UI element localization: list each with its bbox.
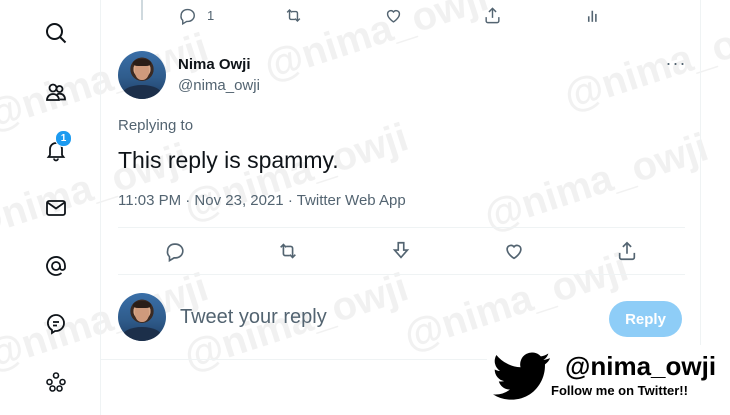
notification-badge: 1 [55, 130, 72, 147]
parent-analytics-button[interactable] [584, 6, 603, 25]
parent-reply-button[interactable]: 1 [178, 6, 214, 25]
tweet-metadata: 11:03 PM · Nov 23, 2021 · Twitter Web Ap… [118, 192, 406, 209]
promo-banner: @nima_owji Follow me on Twitter!! [487, 345, 730, 415]
tweet-text: This reply is spammy. [118, 147, 339, 173]
heart-icon [506, 244, 522, 260]
more-options-icon[interactable]: ··· [666, 53, 686, 73]
replying-to-label: Replying to [118, 117, 194, 134]
like-button[interactable] [503, 240, 525, 262]
sidebar-nav: 1 [0, 0, 100, 415]
share-icon [485, 7, 500, 24]
share-icon [618, 241, 636, 261]
search-icon[interactable] [40, 17, 72, 49]
reply-input[interactable]: Tweet your reply [180, 306, 327, 329]
reply-icon [180, 8, 195, 25]
author-handle[interactable]: @nima_owji [178, 77, 260, 94]
parent-tweet-actions: 1 [101, 6, 700, 30]
mention-at-icon[interactable] [40, 250, 72, 282]
parent-like-button[interactable] [384, 6, 403, 25]
retweet-icon [286, 8, 301, 23]
parent-share-button[interactable] [483, 6, 502, 25]
reply-submit-button[interactable]: Reply [609, 301, 682, 337]
downvote-arrow-icon [392, 241, 410, 259]
messages-envelope-icon[interactable] [40, 192, 72, 224]
author-avatar[interactable] [118, 51, 166, 99]
composer-avatar [118, 293, 166, 341]
analytics-icon [587, 10, 597, 22]
divider [118, 227, 685, 228]
notifications-bell-icon[interactable]: 1 [40, 130, 72, 166]
tweet-source-app[interactable]: Twitter Web App [297, 192, 406, 209]
author-name[interactable]: Nima Owji [178, 56, 251, 73]
divider [118, 274, 685, 275]
share-button[interactable] [616, 240, 638, 262]
communities-icon[interactable] [40, 76, 72, 108]
promo-follow-text: Follow me on Twitter!! [551, 383, 688, 398]
tweet-timestamp[interactable]: 11:03 PM · Nov 23, 2021 · [118, 192, 297, 209]
reply-icon [166, 243, 184, 262]
promo-handle: @nima_owji [565, 351, 717, 381]
twitter-bird-logo-icon [493, 352, 551, 400]
retweet-icon [280, 243, 296, 259]
parent-reply-count: 1 [207, 8, 215, 23]
parent-retweet-button[interactable] [284, 6, 303, 25]
reply-button[interactable] [164, 240, 186, 262]
heart-icon [386, 9, 401, 23]
downvote-button[interactable] [390, 240, 412, 262]
more-circles-icon[interactable] [40, 366, 72, 398]
retweet-button[interactable] [277, 240, 299, 262]
topics-icon[interactable] [40, 308, 72, 340]
